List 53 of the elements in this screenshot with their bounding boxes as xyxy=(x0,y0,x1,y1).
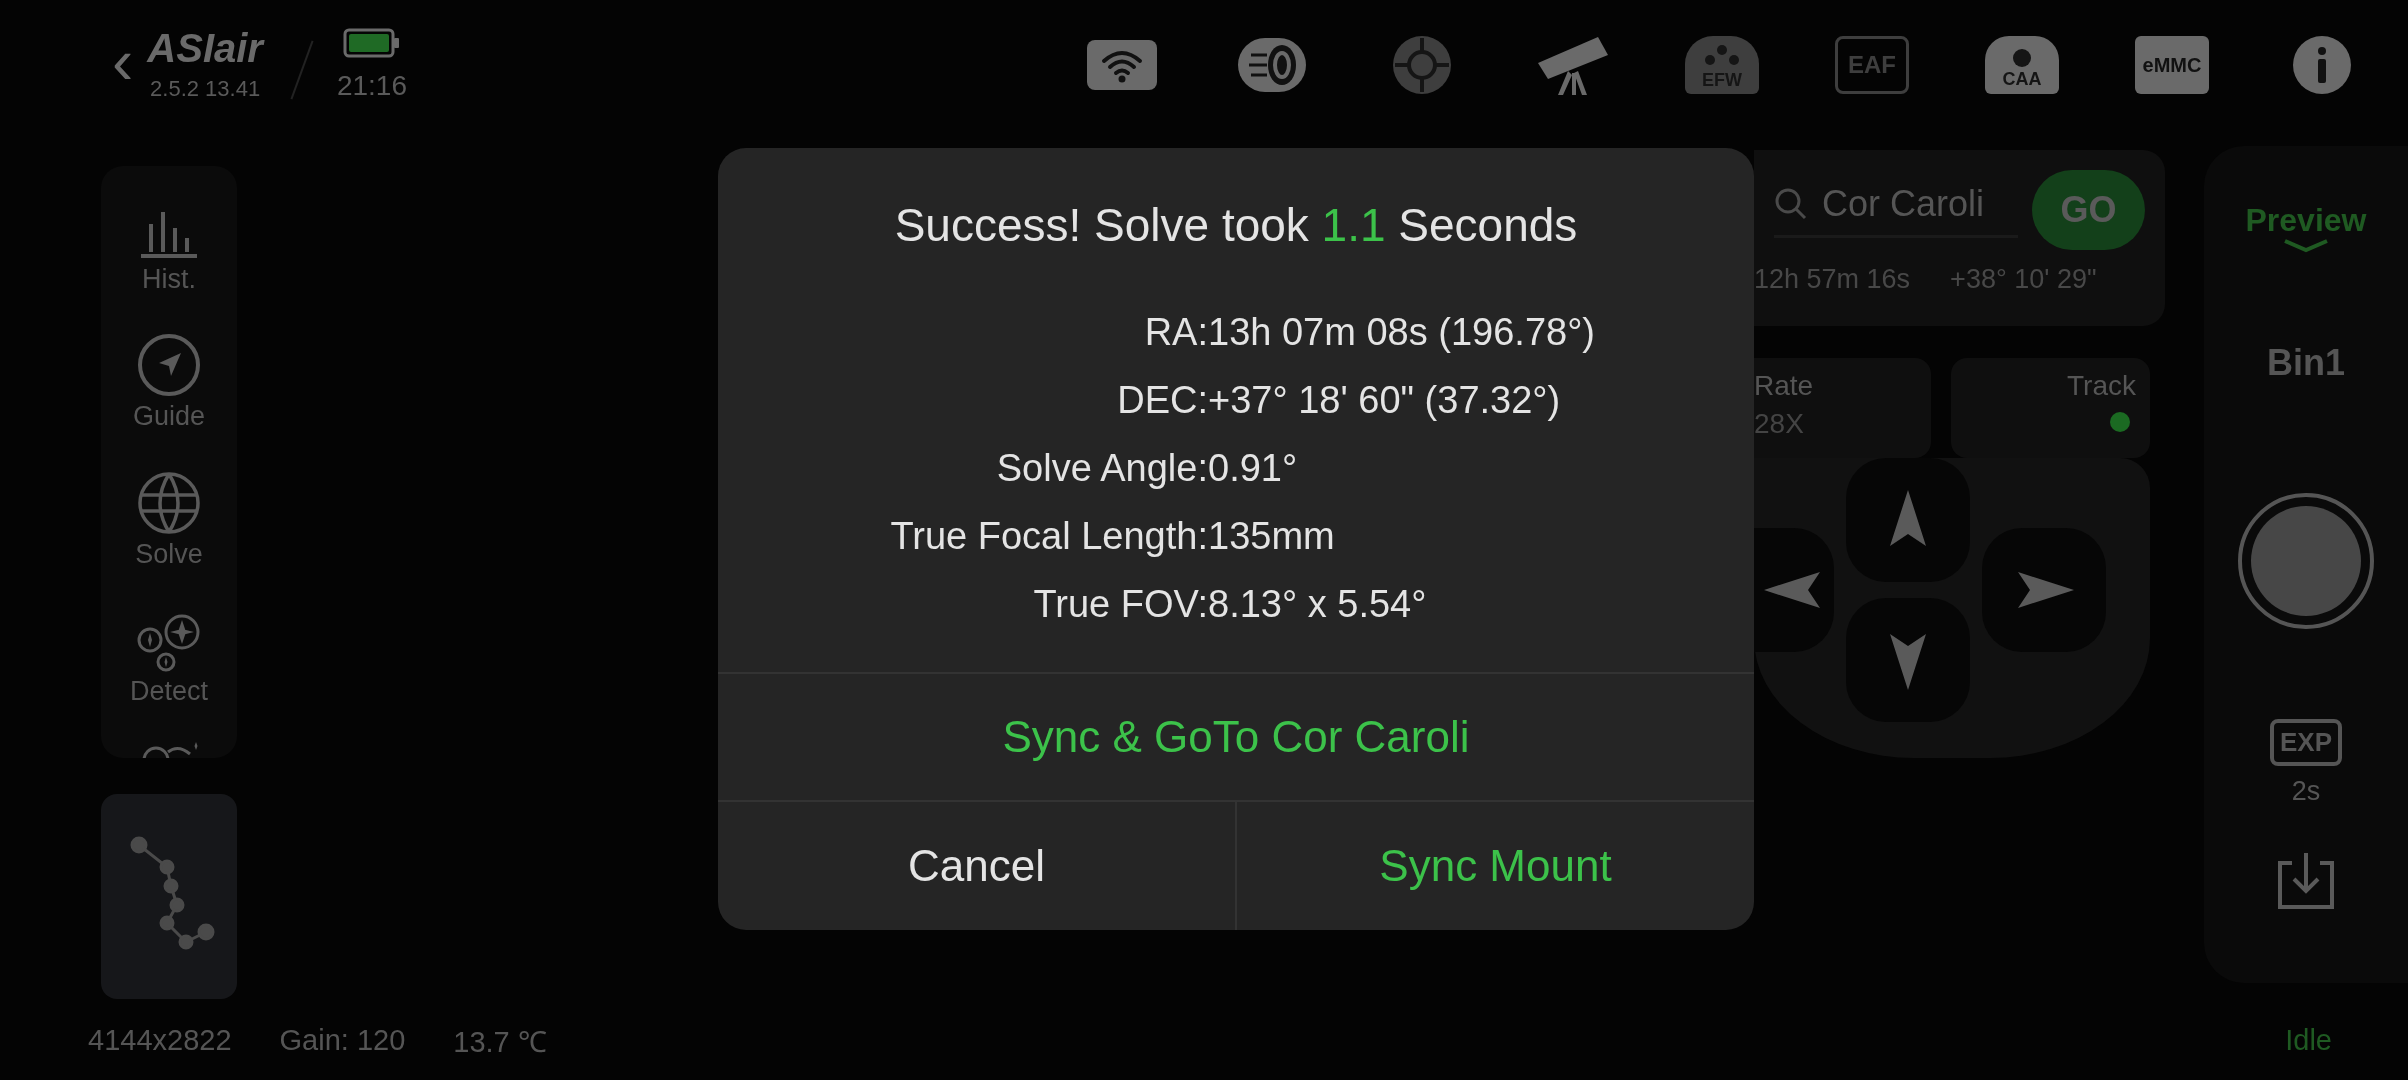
detail-value: 135mm xyxy=(1208,514,1336,558)
info-icon[interactable] xyxy=(2292,35,2352,95)
resolution-label: 4144x2822 xyxy=(88,1023,232,1057)
detail-label: DEC: xyxy=(1116,378,1208,422)
target-search-field[interactable]: Cor Caroli xyxy=(1774,182,2018,238)
app-logo: ASIair xyxy=(147,28,263,68)
back-button[interactable]: ‹ xyxy=(112,29,134,93)
version-label: 2.5.2 13.41 xyxy=(150,76,261,102)
sidebar-label[interactable]: Hist. xyxy=(142,263,196,295)
dialog-button[interactable]: Cancel xyxy=(718,802,1235,930)
go-button[interactable]: GO xyxy=(2031,170,2145,250)
up-button[interactable] xyxy=(1846,458,1970,582)
shutter-button[interactable] xyxy=(2238,493,2374,629)
detail-value: +37° 18' 60" (37.32°) xyxy=(1208,378,1562,422)
temperature-label: 13.7 ℃ xyxy=(453,1024,547,1060)
detail-label: True Focal Length: xyxy=(889,514,1208,558)
exposure-badge[interactable]: EXP xyxy=(2270,719,2342,766)
gain-label: Gain: 120 xyxy=(279,1023,406,1057)
exposure-value: 2s xyxy=(2291,776,2321,807)
detail-label: Solve Angle: xyxy=(995,446,1208,490)
wifi-icon[interactable] xyxy=(1086,39,1158,91)
sidebar-label[interactable]: Solve xyxy=(135,538,203,570)
sync-goto-button[interactable]: Sync & GoTo Cor Caroli xyxy=(718,672,1754,800)
down-button[interactable] xyxy=(1846,598,1970,722)
detail-label: True FOV: xyxy=(1032,582,1208,626)
detail-value: 13h 07m 08s (196.78°) xyxy=(1208,310,1596,354)
dialog-title: Success! Solve took 1.1 Seconds xyxy=(893,198,1579,252)
detail-value: 0.91° xyxy=(1208,446,1299,490)
left-button[interactable] xyxy=(1754,528,1834,652)
crosshair-icon[interactable] xyxy=(1391,34,1453,96)
target-ra: 12h 57m 16s xyxy=(1754,264,1911,295)
focuser-icon[interactable]: EAF xyxy=(1835,36,1909,94)
chevron-down-icon[interactable] xyxy=(2283,239,2329,253)
target-dec: +38° 10' 29" xyxy=(1950,264,2097,295)
search-icon xyxy=(1774,186,1808,221)
bin-setting[interactable]: Bin1 xyxy=(2267,342,2345,384)
rotator-icon[interactable]: CAA xyxy=(1985,36,2059,94)
sidebar-label[interactable]: Detect xyxy=(129,676,208,707)
status-state: Idle xyxy=(2285,1023,2332,1057)
constellation-thumbnail[interactable] xyxy=(101,794,237,999)
track-control[interactable]: Track xyxy=(1951,358,2150,458)
storage-icon[interactable]: eMMC xyxy=(2135,36,2209,94)
stars-icon[interactable] xyxy=(136,614,202,672)
compass-icon[interactable] xyxy=(137,333,201,397)
clock-time: 21:16 xyxy=(336,70,407,102)
battery-icon xyxy=(342,28,401,58)
preview-mode-tab[interactable]: Preview xyxy=(2245,202,2367,239)
sidebar-label[interactable]: Guide xyxy=(132,401,206,432)
dialog-button[interactable]: Sync Mount xyxy=(1235,802,1754,930)
detail-value: 8.13° x 5.54° xyxy=(1208,582,1428,626)
detail-label: RA: xyxy=(1143,310,1208,354)
globe-icon[interactable] xyxy=(137,470,201,535)
right-button[interactable] xyxy=(1982,528,2106,652)
